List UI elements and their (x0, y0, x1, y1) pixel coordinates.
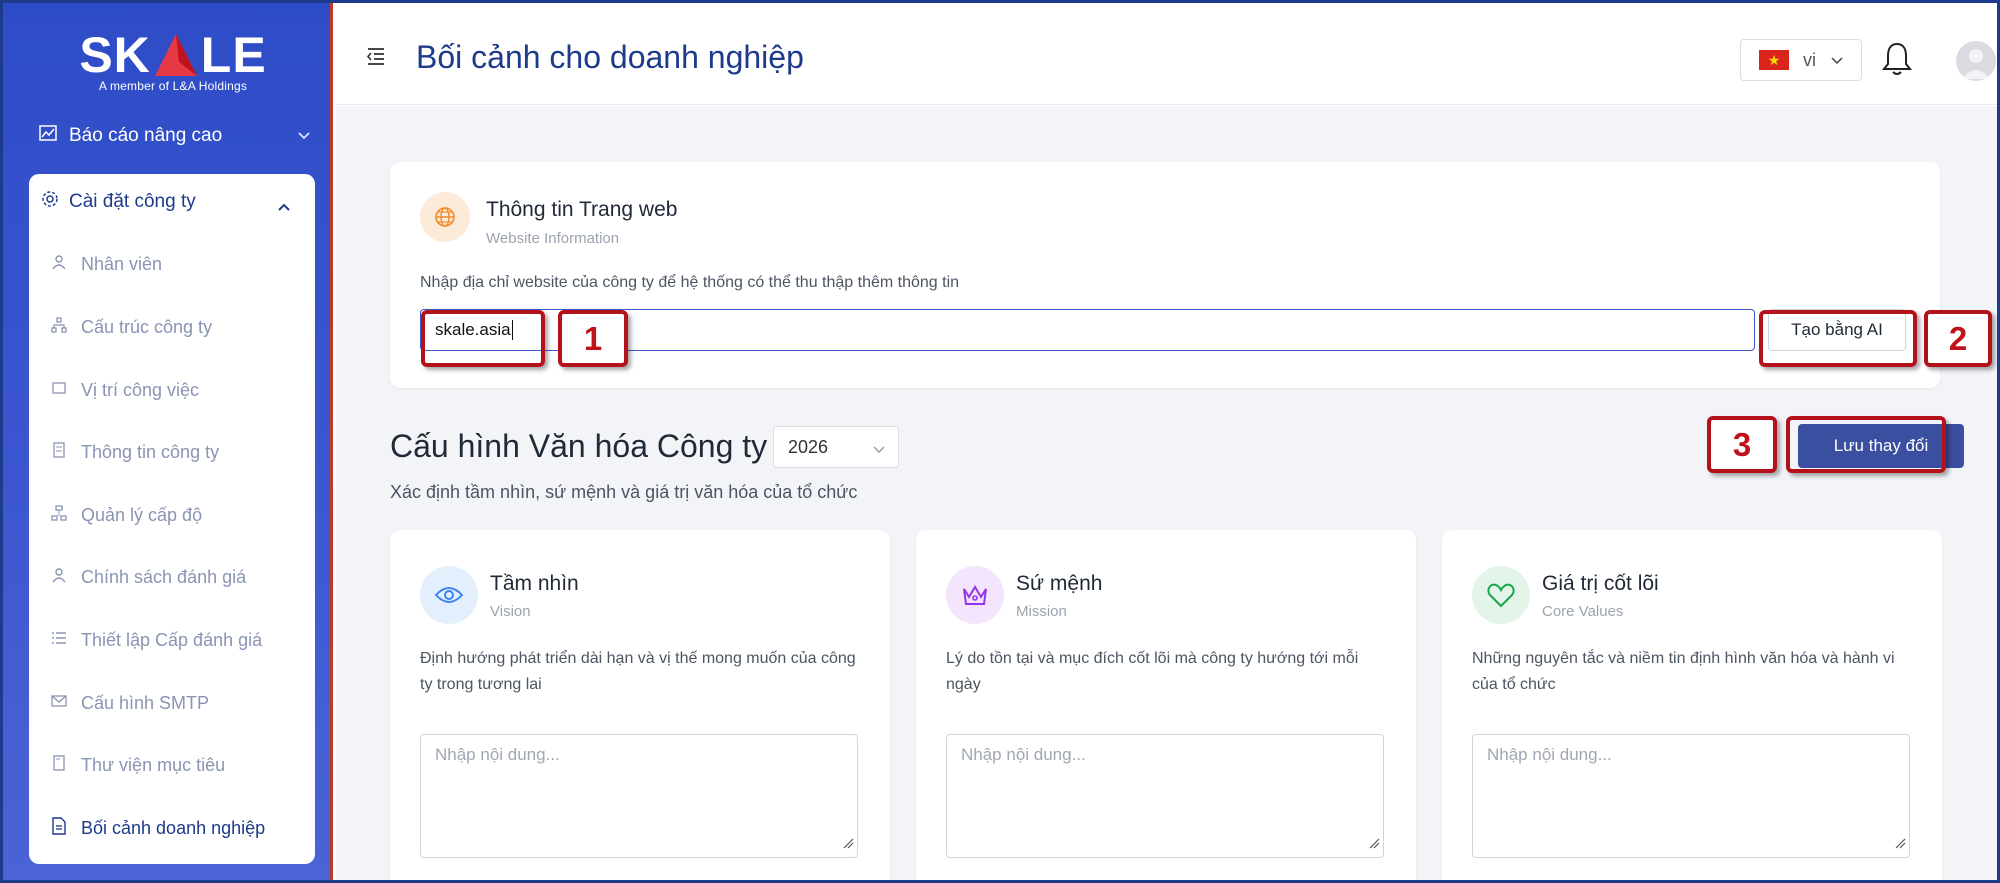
annotation-highlight-ai (1759, 310, 1917, 367)
vision-title: Tầm nhìn (490, 572, 579, 595)
vietnam-flag-icon: ★ (1759, 50, 1789, 70)
mission-description: Lý do tồn tại và mục đích cốt lõi mà côn… (946, 650, 1359, 693)
top-header: Bối cảnh cho doanh nghiệp ★ vi (336, 3, 1997, 105)
sidebar-item-employees[interactable]: Nhân viên (51, 254, 162, 275)
year-select[interactable]: 2026 (773, 426, 899, 468)
level-icon (51, 505, 67, 526)
policy-icon (51, 567, 67, 588)
mission-textarea[interactable]: Nhập nội dung... (946, 734, 1384, 858)
heart-icon (1472, 566, 1530, 624)
bell-icon[interactable] (1881, 41, 1913, 82)
sidebar-item-goal-library[interactable]: Thư viện mục tiêu (51, 755, 225, 776)
core-values-subtitle: Core Values (1542, 603, 1624, 620)
mission-subtitle: Mission (1016, 603, 1067, 620)
gear-icon (41, 190, 59, 214)
sidebar-item-company-info[interactable]: Thông tin công ty (51, 442, 219, 463)
list-icon (51, 630, 67, 651)
page-title: Bối cảnh cho doanh nghiệp (416, 39, 804, 75)
position-icon (51, 380, 67, 401)
sidebar-item-business-context[interactable]: Bối cảnh doanh nghiệp (51, 817, 265, 840)
eye-icon (420, 566, 478, 624)
sidebar-item-positions[interactable]: Vị trí công việc (51, 380, 199, 401)
sidebar-item-policy[interactable]: Chính sách đánh giá (51, 567, 246, 588)
annotation-badge-2: 2 (1924, 310, 1992, 367)
chevron-down-icon (297, 125, 311, 147)
culture-title: Cấu hình Văn hóa Công ty (390, 428, 768, 464)
annotation-badge-1: 1 (558, 310, 628, 367)
website-card-subtitle: Website Information (486, 230, 620, 247)
vision-description: Định hướng phát triển dài hạn và vị thế … (420, 650, 856, 693)
logo-mark-icon (153, 32, 199, 78)
chart-icon (39, 125, 57, 147)
sidebar-item-levels[interactable]: Quản lý cấp độ (51, 505, 202, 526)
sidebar-item-report[interactable]: Báo cáo nâng cao (39, 125, 310, 147)
core-values-description: Những nguyên tắc và niềm tin định hình v… (1472, 650, 1895, 693)
logo[interactable]: SK LE A member of L&A Holdings (79, 29, 265, 99)
sidebar: SK LE A member of L&A Holdings Báo cáo n… (3, 3, 333, 880)
resize-grip-icon[interactable] (1368, 834, 1380, 854)
mission-card: Sứ mệnh Mission Lý do tồn tại và mục đíc… (916, 530, 1416, 883)
culture-subtitle: Xác định tầm nhìn, sứ mệnh và giá trị vă… (390, 482, 858, 502)
vision-textarea[interactable]: Nhập nội dung... (420, 734, 858, 858)
menu-collapse-icon[interactable] (366, 47, 386, 70)
crown-icon (946, 566, 1004, 624)
website-card-description: Nhập địa chỉ website của công ty để hệ t… (420, 274, 960, 291)
language-select[interactable]: ★ vi (1740, 39, 1862, 81)
annotation-badge-3: 3 (1707, 416, 1777, 473)
sidebar-item-structure[interactable]: Cấu trúc công ty (51, 317, 212, 338)
logo-tagline: A member of L&A Holdings (98, 79, 248, 93)
core-values-card: Giá trị cốt lõi Core Values Những nguyên… (1442, 530, 1942, 883)
user-icon (51, 254, 67, 275)
chevron-down-icon (872, 439, 886, 460)
chevron-up-icon (277, 196, 291, 218)
resize-grip-icon[interactable] (842, 834, 854, 854)
mission-title: Sứ mệnh (1016, 572, 1103, 595)
resize-grip-icon[interactable] (1894, 834, 1906, 854)
website-card-title: Thông tin Trang web (486, 198, 678, 221)
mail-icon (51, 693, 67, 714)
globe-icon (420, 192, 470, 242)
sidebar-item-company-settings[interactable]: Cài đặt công ty (41, 190, 290, 214)
annotation-highlight-save (1786, 416, 1946, 473)
chevron-down-icon (1830, 50, 1844, 71)
core-values-title: Giá trị cốt lõi (1542, 572, 1659, 595)
main-content: Thông tin Trang web Website Information … (336, 106, 1997, 883)
sidebar-item-rating-levels[interactable]: Thiết lập Cấp đánh giá (51, 630, 262, 651)
core-values-textarea[interactable]: Nhập nội dung... (1472, 734, 1910, 858)
sidebar-item-smtp[interactable]: Cấu hình SMTP (51, 693, 209, 714)
annotation-highlight-url (421, 310, 545, 367)
org-icon (51, 317, 67, 338)
bookmark-icon (51, 755, 67, 776)
building-icon (51, 442, 67, 463)
avatar[interactable] (1956, 41, 1996, 81)
document-icon (51, 817, 67, 840)
company-settings-panel: Cài đặt công ty Nhân viên Cấu trúc công … (29, 174, 315, 864)
vision-subtitle: Vision (490, 603, 531, 620)
vision-card: Tầm nhìn Vision Định hướng phát triển dà… (390, 530, 890, 883)
